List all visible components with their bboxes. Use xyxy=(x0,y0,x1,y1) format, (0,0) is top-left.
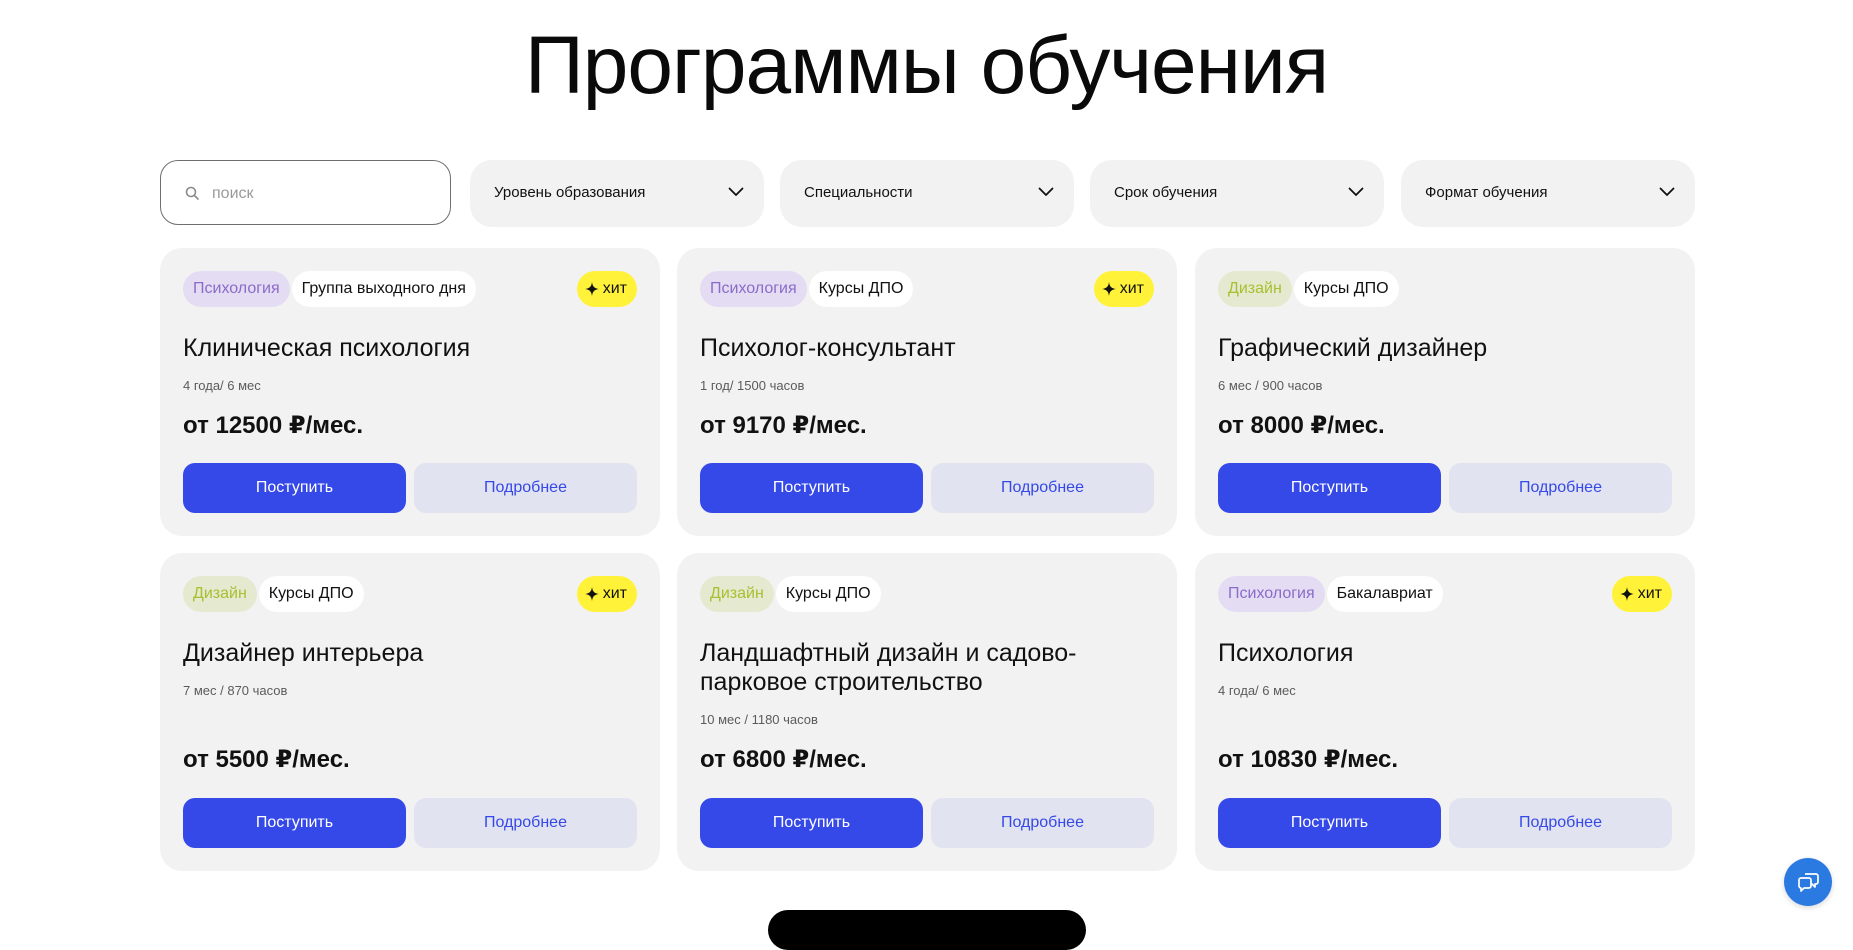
chat-icon xyxy=(1798,873,1819,892)
category-tag[interactable]: Дизайн xyxy=(183,576,257,612)
chevron-down-icon xyxy=(1348,187,1364,196)
chevron-down-icon xyxy=(728,187,744,196)
program-title[interactable]: Дизайнер интерьера xyxy=(183,639,643,668)
hit-label: хит xyxy=(1637,585,1662,602)
program-title[interactable]: Психолог-консультант xyxy=(700,334,1160,363)
type-tag[interactable]: Группа выходного дня xyxy=(291,271,476,307)
chat-button[interactable] xyxy=(1784,858,1832,906)
dropdown-label: Формат обучения xyxy=(1425,184,1548,201)
card-tags: Психология Бакалавриат xyxy=(1218,576,1443,612)
dropdown-label: Уровень образования xyxy=(494,184,646,201)
type-tag[interactable]: Бакалавриат xyxy=(1326,576,1443,612)
hit-badge: хит xyxy=(576,576,637,612)
card-tags: Психология Курсы ДПО xyxy=(700,271,914,307)
category-tag[interactable]: Дизайн xyxy=(1218,271,1292,307)
dropdown-label: Специальности xyxy=(804,184,913,201)
program-card[interactable]: Дизайн Курсы ДПО Графический дизайнер 6 … xyxy=(1195,248,1695,536)
sparkle-icon xyxy=(1101,282,1116,296)
program-title[interactable]: Графический дизайнер xyxy=(1218,334,1678,363)
sparkle-icon xyxy=(584,282,599,296)
hit-badge: хит xyxy=(1093,271,1154,307)
apply-button[interactable]: Поступить xyxy=(183,463,406,513)
program-price: от 9170 ₽/мес. xyxy=(700,412,867,439)
program-duration: 1 год/ 1500 часов xyxy=(700,378,805,393)
program-price: от 5500 ₽/мес. xyxy=(183,746,350,773)
program-price: от 12500 ₽/мес. xyxy=(183,412,364,439)
details-button[interactable]: Подробнее xyxy=(931,463,1154,513)
type-tag[interactable]: Курсы ДПО xyxy=(1293,271,1399,307)
category-tag[interactable]: Психология xyxy=(700,271,807,307)
card-tags: Дизайн Курсы ДПО xyxy=(1218,271,1399,307)
hit-badge: хит xyxy=(576,271,637,307)
hit-label: хит xyxy=(1119,280,1144,297)
program-duration: 4 года/ 6 мес xyxy=(183,378,261,393)
apply-button[interactable]: Поступить xyxy=(700,463,923,513)
program-duration: 4 года/ 6 мес xyxy=(1218,683,1296,698)
details-button[interactable]: Подробнее xyxy=(1449,798,1672,848)
search-icon xyxy=(185,186,199,200)
program-duration: 10 мес / 1180 часов xyxy=(700,712,818,727)
apply-button[interactable]: Поступить xyxy=(700,798,923,848)
dropdown-education-level[interactable]: Уровень образования xyxy=(470,160,764,227)
search-input[interactable] xyxy=(210,161,444,226)
program-title[interactable]: Психология xyxy=(1218,639,1678,668)
page-title: Программы обучения xyxy=(524,20,1329,111)
details-button[interactable]: Подробнее xyxy=(1449,463,1672,513)
filter-bar: Уровень образования Специальности Срок о… xyxy=(160,160,1695,227)
card-tags: Психология Группа выходного дня xyxy=(183,271,476,307)
load-more-button[interactable] xyxy=(768,910,1086,950)
chevron-down-icon xyxy=(1659,187,1675,196)
dropdown-format[interactable]: Формат обучения xyxy=(1401,160,1695,227)
program-duration: 6 мес / 900 часов xyxy=(1218,378,1323,393)
category-tag[interactable]: Психология xyxy=(1218,576,1325,612)
program-card[interactable]: Психология Бакалавриат хит Психология 4 … xyxy=(1195,553,1695,871)
program-title[interactable]: Ландшафтный дизайн и садово-парковое стр… xyxy=(700,639,1160,697)
hit-badge: хит xyxy=(1611,576,1672,612)
search-box[interactable] xyxy=(160,160,451,226)
program-card[interactable]: Дизайн Курсы ДПО хит Дизайнер интерьера … xyxy=(160,553,660,871)
apply-button[interactable]: Поступить xyxy=(1218,463,1441,513)
program-card[interactable]: Дизайн Курсы ДПО Ландшафтный дизайн и са… xyxy=(677,553,1177,871)
category-tag[interactable]: Психология xyxy=(183,271,290,307)
program-price: от 10830 ₽/мес. xyxy=(1218,746,1399,773)
program-duration: 7 мес / 870 часов xyxy=(183,683,288,698)
program-price: от 8000 ₽/мес. xyxy=(1218,412,1385,439)
hit-label: хит xyxy=(602,585,627,602)
details-button[interactable]: Подробнее xyxy=(414,463,637,513)
category-tag[interactable]: Дизайн xyxy=(700,576,774,612)
sparkle-icon xyxy=(1619,587,1634,601)
card-tags: Дизайн Курсы ДПО xyxy=(183,576,364,612)
chevron-down-icon xyxy=(1038,187,1054,196)
type-tag[interactable]: Курсы ДПО xyxy=(258,576,364,612)
type-tag[interactable]: Курсы ДПО xyxy=(775,576,881,612)
program-title[interactable]: Клиническая психология xyxy=(183,334,643,363)
apply-button[interactable]: Поступить xyxy=(1218,798,1441,848)
dropdown-duration[interactable]: Срок обучения xyxy=(1090,160,1384,227)
card-tags: Дизайн Курсы ДПО xyxy=(700,576,881,612)
details-button[interactable]: Подробнее xyxy=(931,798,1154,848)
program-card[interactable]: Психология Группа выходного дня хит Клин… xyxy=(160,248,660,536)
dropdown-specialties[interactable]: Специальности xyxy=(780,160,1074,227)
program-card[interactable]: Психология Курсы ДПО хит Психолог-консул… xyxy=(677,248,1177,536)
apply-button[interactable]: Поступить xyxy=(183,798,406,848)
type-tag[interactable]: Курсы ДПО xyxy=(808,271,914,307)
program-price: от 6800 ₽/мес. xyxy=(700,746,867,773)
sparkle-icon xyxy=(584,587,599,601)
details-button[interactable]: Подробнее xyxy=(414,798,637,848)
hit-label: хит xyxy=(602,280,627,297)
dropdown-label: Срок обучения xyxy=(1114,184,1218,201)
